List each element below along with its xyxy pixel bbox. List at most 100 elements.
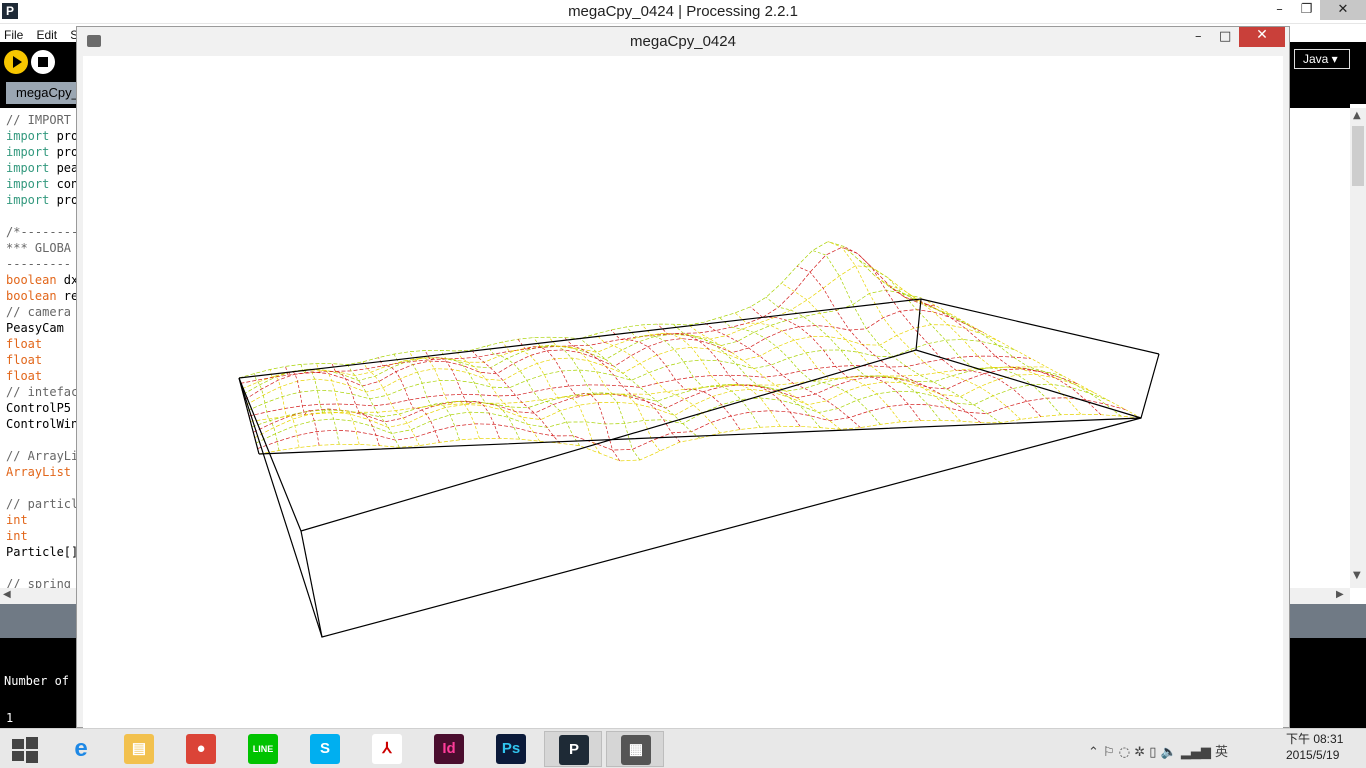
mesh-col-line	[889, 286, 1102, 415]
bounding-box	[238, 298, 1160, 638]
code-text: pea	[49, 161, 79, 175]
code-keyword: import	[6, 177, 50, 191]
mesh-col-line	[378, 357, 440, 443]
taskbar-app-button[interactable]: LINE	[234, 731, 292, 767]
code-line: /*--------	[6, 225, 79, 239]
processing-icon: P	[559, 735, 589, 765]
code-keyword: ArrayList	[6, 465, 72, 479]
code-line: ControlP5	[6, 401, 72, 415]
code-text: re	[56, 289, 79, 303]
sketch-window-icon: ▦	[621, 735, 651, 765]
code-line: ---------	[6, 257, 72, 271]
mesh-col-line	[750, 306, 921, 421]
taskbar-app-button[interactable]: ●	[172, 731, 230, 767]
mesh-col-line	[626, 326, 761, 428]
code-line: import pro	[6, 144, 78, 160]
code-keyword: boolean	[6, 289, 57, 303]
desktop: P megaCpy_0424 | Processing 2.2.1 – ❐ ✕ …	[0, 0, 1366, 768]
taskbar-app-button[interactable]: Ps	[482, 731, 540, 767]
code-line: boolean re	[6, 288, 78, 304]
ide-close-button[interactable]: ✕	[1320, 0, 1366, 20]
code-keyword: import	[6, 145, 50, 159]
clock[interactable]: 下午 08:31 2015/5/19	[1286, 731, 1362, 763]
mesh-col-line	[331, 363, 380, 446]
mesh-row-line	[254, 374, 1095, 439]
scroll-up-icon[interactable]: ▲	[1353, 110, 1361, 121]
code-keyword: float	[6, 337, 43, 351]
mesh-col-line	[905, 293, 1122, 417]
code-line: float	[6, 336, 42, 352]
taskbar-app-button[interactable]: ⅄	[358, 731, 416, 767]
code-text: pro	[49, 193, 79, 207]
taskbar-app-button[interactable]: ▦	[606, 731, 664, 767]
ie-button[interactable]: e	[52, 731, 110, 767]
code-keyword: import	[6, 161, 50, 175]
editor-vertical-scrollbar[interactable]: ▲ ▼	[1350, 108, 1366, 588]
code-keyword: import	[6, 193, 50, 207]
mesh-col-line	[812, 250, 1001, 424]
line-number: 1	[6, 711, 14, 725]
sketch-minimize-button[interactable]: –	[1195, 29, 1202, 44]
editor-scroll-thumb[interactable]	[1352, 126, 1364, 186]
windows-taskbar: e ▤ ● LINE S ⅄ Id Ps P ▦ ⌃ ⚐ ◌ ✲ ▯ 🔈 ▂▄▆ 英 下午 08…	[0, 728, 1366, 768]
code-keyword: import	[6, 129, 50, 143]
mesh-row-line	[240, 246, 937, 384]
taskbar-app-button[interactable]: S	[296, 731, 354, 767]
mesh-col-line	[595, 333, 721, 434]
mesh-row-line	[251, 366, 1063, 428]
code-line: int	[6, 512, 28, 528]
clock-time: 下午 08:31	[1286, 732, 1344, 746]
sketch-maximize-button[interactable]: □	[1219, 29, 1231, 44]
code-keyword: boolean	[6, 273, 57, 287]
clock-date: 2015/5/19	[1286, 748, 1340, 762]
sketch-titlebar[interactable]: megaCpy_0424 – □ ✕	[77, 27, 1289, 55]
skype-icon: S	[310, 734, 340, 764]
photoshop-icon: Ps	[496, 734, 526, 764]
code-line: *** GLOBA	[6, 241, 72, 255]
scroll-right-icon[interactable]: ▶	[1336, 589, 1344, 600]
sketch-close-button[interactable]: ✕	[1239, 27, 1285, 47]
code-line: // ArrayLi	[6, 449, 79, 463]
code-keyword: float	[6, 369, 43, 383]
code-line: // IMPORT	[6, 113, 72, 127]
run-button[interactable]	[4, 50, 28, 74]
code-line: boolean dx	[6, 272, 78, 288]
mesh-col-line	[688, 324, 841, 430]
code-text: pro	[49, 145, 79, 159]
code-keyword: int	[6, 529, 28, 543]
scroll-left-icon[interactable]: ◀	[3, 589, 11, 600]
code-text: pro	[49, 129, 79, 143]
code-line: ControlWin	[6, 417, 79, 431]
mesh-col-line	[827, 241, 1021, 420]
ide-minimize-button[interactable]: –	[1266, 0, 1293, 20]
stop-button[interactable]	[31, 50, 55, 74]
taskbar-app-button[interactable]: P	[544, 731, 602, 767]
taskbar-app-button[interactable]: Id	[420, 731, 478, 767]
internet-explorer-icon: e	[74, 735, 88, 762]
code-line: // particl	[6, 497, 79, 511]
tab-megacpy[interactable]: megaCpy_	[6, 82, 86, 104]
ide-restore-button[interactable]: ❐	[1293, 0, 1320, 20]
scroll-down-icon[interactable]: ▼	[1353, 570, 1361, 581]
code-text: con	[49, 177, 79, 191]
code-keyword: float	[6, 353, 43, 367]
console-text: Number of	[4, 674, 70, 688]
windows-logo-icon	[12, 737, 38, 763]
sketch-window[interactable]: megaCpy_0424 – □ ✕	[76, 26, 1290, 728]
mesh-col-line	[874, 275, 1082, 415]
code-line: ArrayList	[6, 464, 71, 480]
code-line: import pea	[6, 160, 78, 176]
acrobat-icon: ⅄	[372, 734, 402, 764]
mode-selector[interactable]: Java ▾	[1294, 49, 1350, 69]
system-tray[interactable]: ⌃ ⚐ ◌ ✲ ▯ 🔈 ▂▄▆ 英	[1088, 741, 1228, 760]
sketch-canvas[interactable]	[83, 56, 1283, 728]
start-button[interactable]	[0, 731, 58, 767]
code-line: float	[6, 368, 42, 384]
mesh-row-line	[248, 355, 1032, 417]
taskbar-app-button[interactable]: ▤	[110, 731, 168, 767]
code-line: PeasyCam	[6, 321, 64, 335]
mesh-col-line	[269, 369, 300, 448]
mesh-wireframe	[238, 241, 1142, 462]
mesh-col-line	[548, 336, 661, 452]
ide-window-title: megaCpy_0424 | Processing 2.2.1	[568, 3, 798, 20]
